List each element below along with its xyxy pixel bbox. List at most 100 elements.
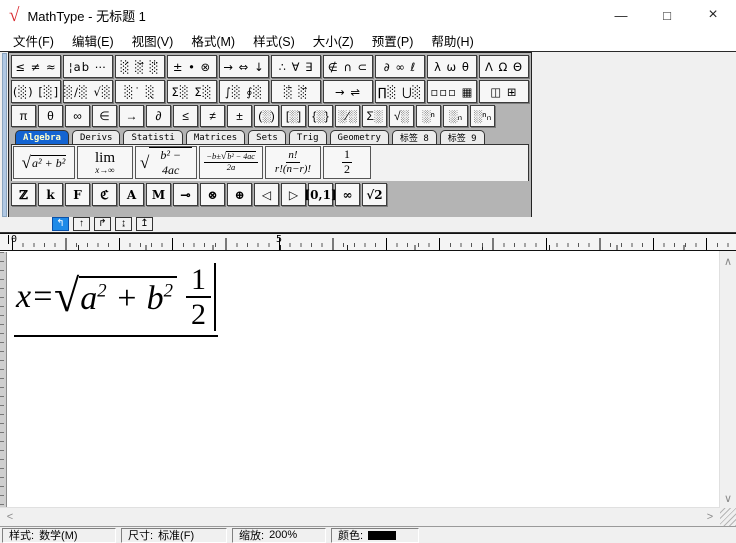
template-palette-button[interactable]: ░˙ ░̣ <box>115 80 165 103</box>
expr-limit-button[interactable]: lim x→∞ <box>77 146 133 179</box>
expr-one-half-button[interactable]: 1 2 <box>323 146 371 179</box>
symbol-palette-button[interactable]: Λ Ω Θ <box>479 55 529 78</box>
symbol-palette-button[interactable]: ¦ab ⋯ <box>63 55 113 78</box>
template-palette-button[interactable]: ∫░ ∮░ <box>219 80 269 103</box>
small-symbol-button[interactable]: √░ <box>389 105 414 127</box>
template-palette-button[interactable]: ∏░ ⋃░ <box>375 80 425 103</box>
symbol-palette-button[interactable]: ∂ ∞ ℓ <box>375 55 425 78</box>
category-tab[interactable]: Statisti <box>123 130 183 144</box>
small-symbol-button[interactable]: ∈ <box>92 105 117 127</box>
tabstop-alignment-button[interactable]: ↑ <box>73 217 90 231</box>
mathtype-logo-icon[interactable]: √ <box>9 6 19 25</box>
status-style[interactable]: 样式: 数学(M) <box>2 527 116 543</box>
template-palette-button[interactable]: ░̄ ░⃗ <box>271 80 321 103</box>
category-tab[interactable]: Algebra <box>15 130 69 144</box>
template-palette-button[interactable]: → ⇌ <box>323 80 373 103</box>
category-tab[interactable]: Trig <box>288 130 327 144</box>
menu-item[interactable]: 编辑(E) <box>63 29 123 52</box>
template-palette-button[interactable]: ▫▫▫ ▦ <box>427 80 477 103</box>
small-symbol-button[interactable]: ░ⁿ <box>416 105 441 127</box>
category-tab[interactable]: Geometry <box>329 130 389 144</box>
toolbar-grip-handle[interactable] <box>2 53 7 217</box>
small-symbol-button[interactable]: ░ⁿₙ <box>470 105 495 127</box>
expr-quadratic-formula-button[interactable]: −b±√b² − 4ac 2a <box>199 146 263 179</box>
category-tab[interactable]: Matrices <box>185 130 246 144</box>
symbol-palette-button[interactable]: ≤ ≠ ≈ <box>11 55 61 78</box>
small-symbol-button[interactable]: [░] <box>281 105 306 127</box>
user-symbol-button[interactable]: ◁ <box>254 183 279 206</box>
small-symbol-button[interactable]: → <box>119 105 144 127</box>
menu-item[interactable]: 预置(P) <box>363 29 423 52</box>
menu-item[interactable]: 视图(V) <box>123 29 183 52</box>
small-symbol-button[interactable]: ∂ <box>146 105 171 127</box>
symbol-palette-button[interactable]: ░́ ░⃗ ░̈ <box>115 55 165 78</box>
template-palette-button[interactable]: ◫ ⊞ <box>479 80 529 103</box>
horizontal-scrollbar[interactable]: < > <box>0 507 720 526</box>
user-symbol-button[interactable]: ∞ <box>335 183 360 206</box>
small-symbol-button[interactable]: ≠ <box>200 105 225 127</box>
equation-canvas[interactable]: x= √ a2 + b2 1 2 ∧ ∨ < > <box>0 251 736 526</box>
symbol-palette-button[interactable]: ± • ⊗ <box>167 55 217 78</box>
tabstop-alignment-button[interactable]: ↱ <box>94 217 111 231</box>
resize-grip[interactable] <box>720 508 736 526</box>
user-symbol-button[interactable]: ⊗ <box>200 183 225 206</box>
small-symbol-button[interactable]: {░} <box>308 105 333 127</box>
symbol-palette-button[interactable]: λ ω θ <box>427 55 477 78</box>
horizontal-ruler[interactable]: 0 5 <box>0 233 736 251</box>
vertical-scrollbar[interactable]: ∧ ∨ <box>719 251 736 508</box>
template-palette-button[interactable]: (░) [░] <box>11 80 61 103</box>
close-button[interactable]: × <box>690 0 736 30</box>
menu-item[interactable]: 文件(F) <box>4 29 63 52</box>
user-symbol-button[interactable]: [0,1] <box>304 183 337 206</box>
user-symbol-button[interactable]: A <box>119 183 144 206</box>
scroll-up-icon[interactable]: ∧ <box>720 253 736 269</box>
expr-sqrt-a2b2-button[interactable]: √ a² + b² <box>13 146 75 179</box>
small-symbol-button[interactable]: π <box>11 105 36 127</box>
symbol-palette-button[interactable]: → ⇔ ↓ <box>219 55 269 78</box>
category-tab[interactable]: 标签 9 <box>439 130 485 144</box>
category-tab[interactable]: 标签 8 <box>391 130 437 144</box>
menu-item[interactable]: 帮助(H) <box>422 29 482 52</box>
user-symbol-button[interactable]: ℭ <box>92 183 117 206</box>
maximize-button[interactable]: □ <box>644 0 690 30</box>
user-symbol-button[interactable]: ⊕ <box>227 183 252 206</box>
expr-combination-button[interactable]: n! r!(n−r)! <box>265 146 321 179</box>
menu-item[interactable]: 格式(M) <box>182 29 244 52</box>
expr-discriminant-button[interactable]: √ b² − 4ac <box>135 146 197 179</box>
tabstop-alignment-button[interactable]: ↥ <box>136 217 153 231</box>
small-symbol-button[interactable]: ░∕░ <box>335 105 360 127</box>
symbol-palette-button[interactable]: ∴ ∀ ∃ <box>271 55 321 78</box>
small-symbol-button[interactable]: ░ₙ <box>443 105 468 127</box>
small-symbol-button[interactable]: ± <box>227 105 252 127</box>
symbol-palette-button[interactable]: ∉ ∩ ⊂ <box>323 55 373 78</box>
menu-item[interactable]: 样式(S) <box>244 29 304 52</box>
scroll-right-icon[interactable]: > <box>702 509 718 525</box>
category-tab[interactable]: Sets <box>248 130 286 144</box>
template-palette-button[interactable]: Σ░ Σ░ <box>167 80 217 103</box>
small-symbol-button[interactable]: θ <box>38 105 63 127</box>
user-symbol-button[interactable]: √2 <box>362 183 387 206</box>
user-symbol-button[interactable]: ▷ <box>281 183 306 206</box>
scroll-left-icon[interactable]: < <box>2 509 18 525</box>
tabstop-alignment-button[interactable]: ↨ <box>115 217 132 231</box>
menu-item[interactable]: 大小(Z) <box>304 29 363 52</box>
category-tab[interactable]: Derivs <box>71 130 121 144</box>
status-zoom[interactable]: 缩放: 200% <box>232 527 326 543</box>
title-bar[interactable]: √ MathType - 无标题 1 — □ × <box>0 0 736 30</box>
template-palette-button[interactable]: ░∕░ √░ <box>63 80 113 103</box>
user-symbol-button[interactable]: ℤ <box>11 183 36 206</box>
user-symbol-button[interactable]: F <box>65 183 90 206</box>
small-symbol-button[interactable]: ∞ <box>65 105 90 127</box>
small-symbol-button[interactable]: ≤ <box>173 105 198 127</box>
tabstop-alignment-button[interactable]: ↰ <box>52 217 69 231</box>
user-symbol-button[interactable]: k <box>38 183 63 206</box>
status-color[interactable]: 颜色: <box>331 527 419 543</box>
equation-content[interactable]: x= √ a2 + b2 1 2 <box>14 261 218 337</box>
user-symbol-button[interactable]: ⊸ <box>173 183 198 206</box>
status-size[interactable]: 尺寸: 标准(F) <box>121 527 227 543</box>
small-symbol-button[interactable]: (░) <box>254 105 279 127</box>
user-symbol-button[interactable]: M <box>146 183 171 206</box>
scroll-down-icon[interactable]: ∨ <box>720 490 736 506</box>
small-symbol-button[interactable]: Σ░ <box>362 105 387 127</box>
minimize-button[interactable]: — <box>598 0 644 30</box>
